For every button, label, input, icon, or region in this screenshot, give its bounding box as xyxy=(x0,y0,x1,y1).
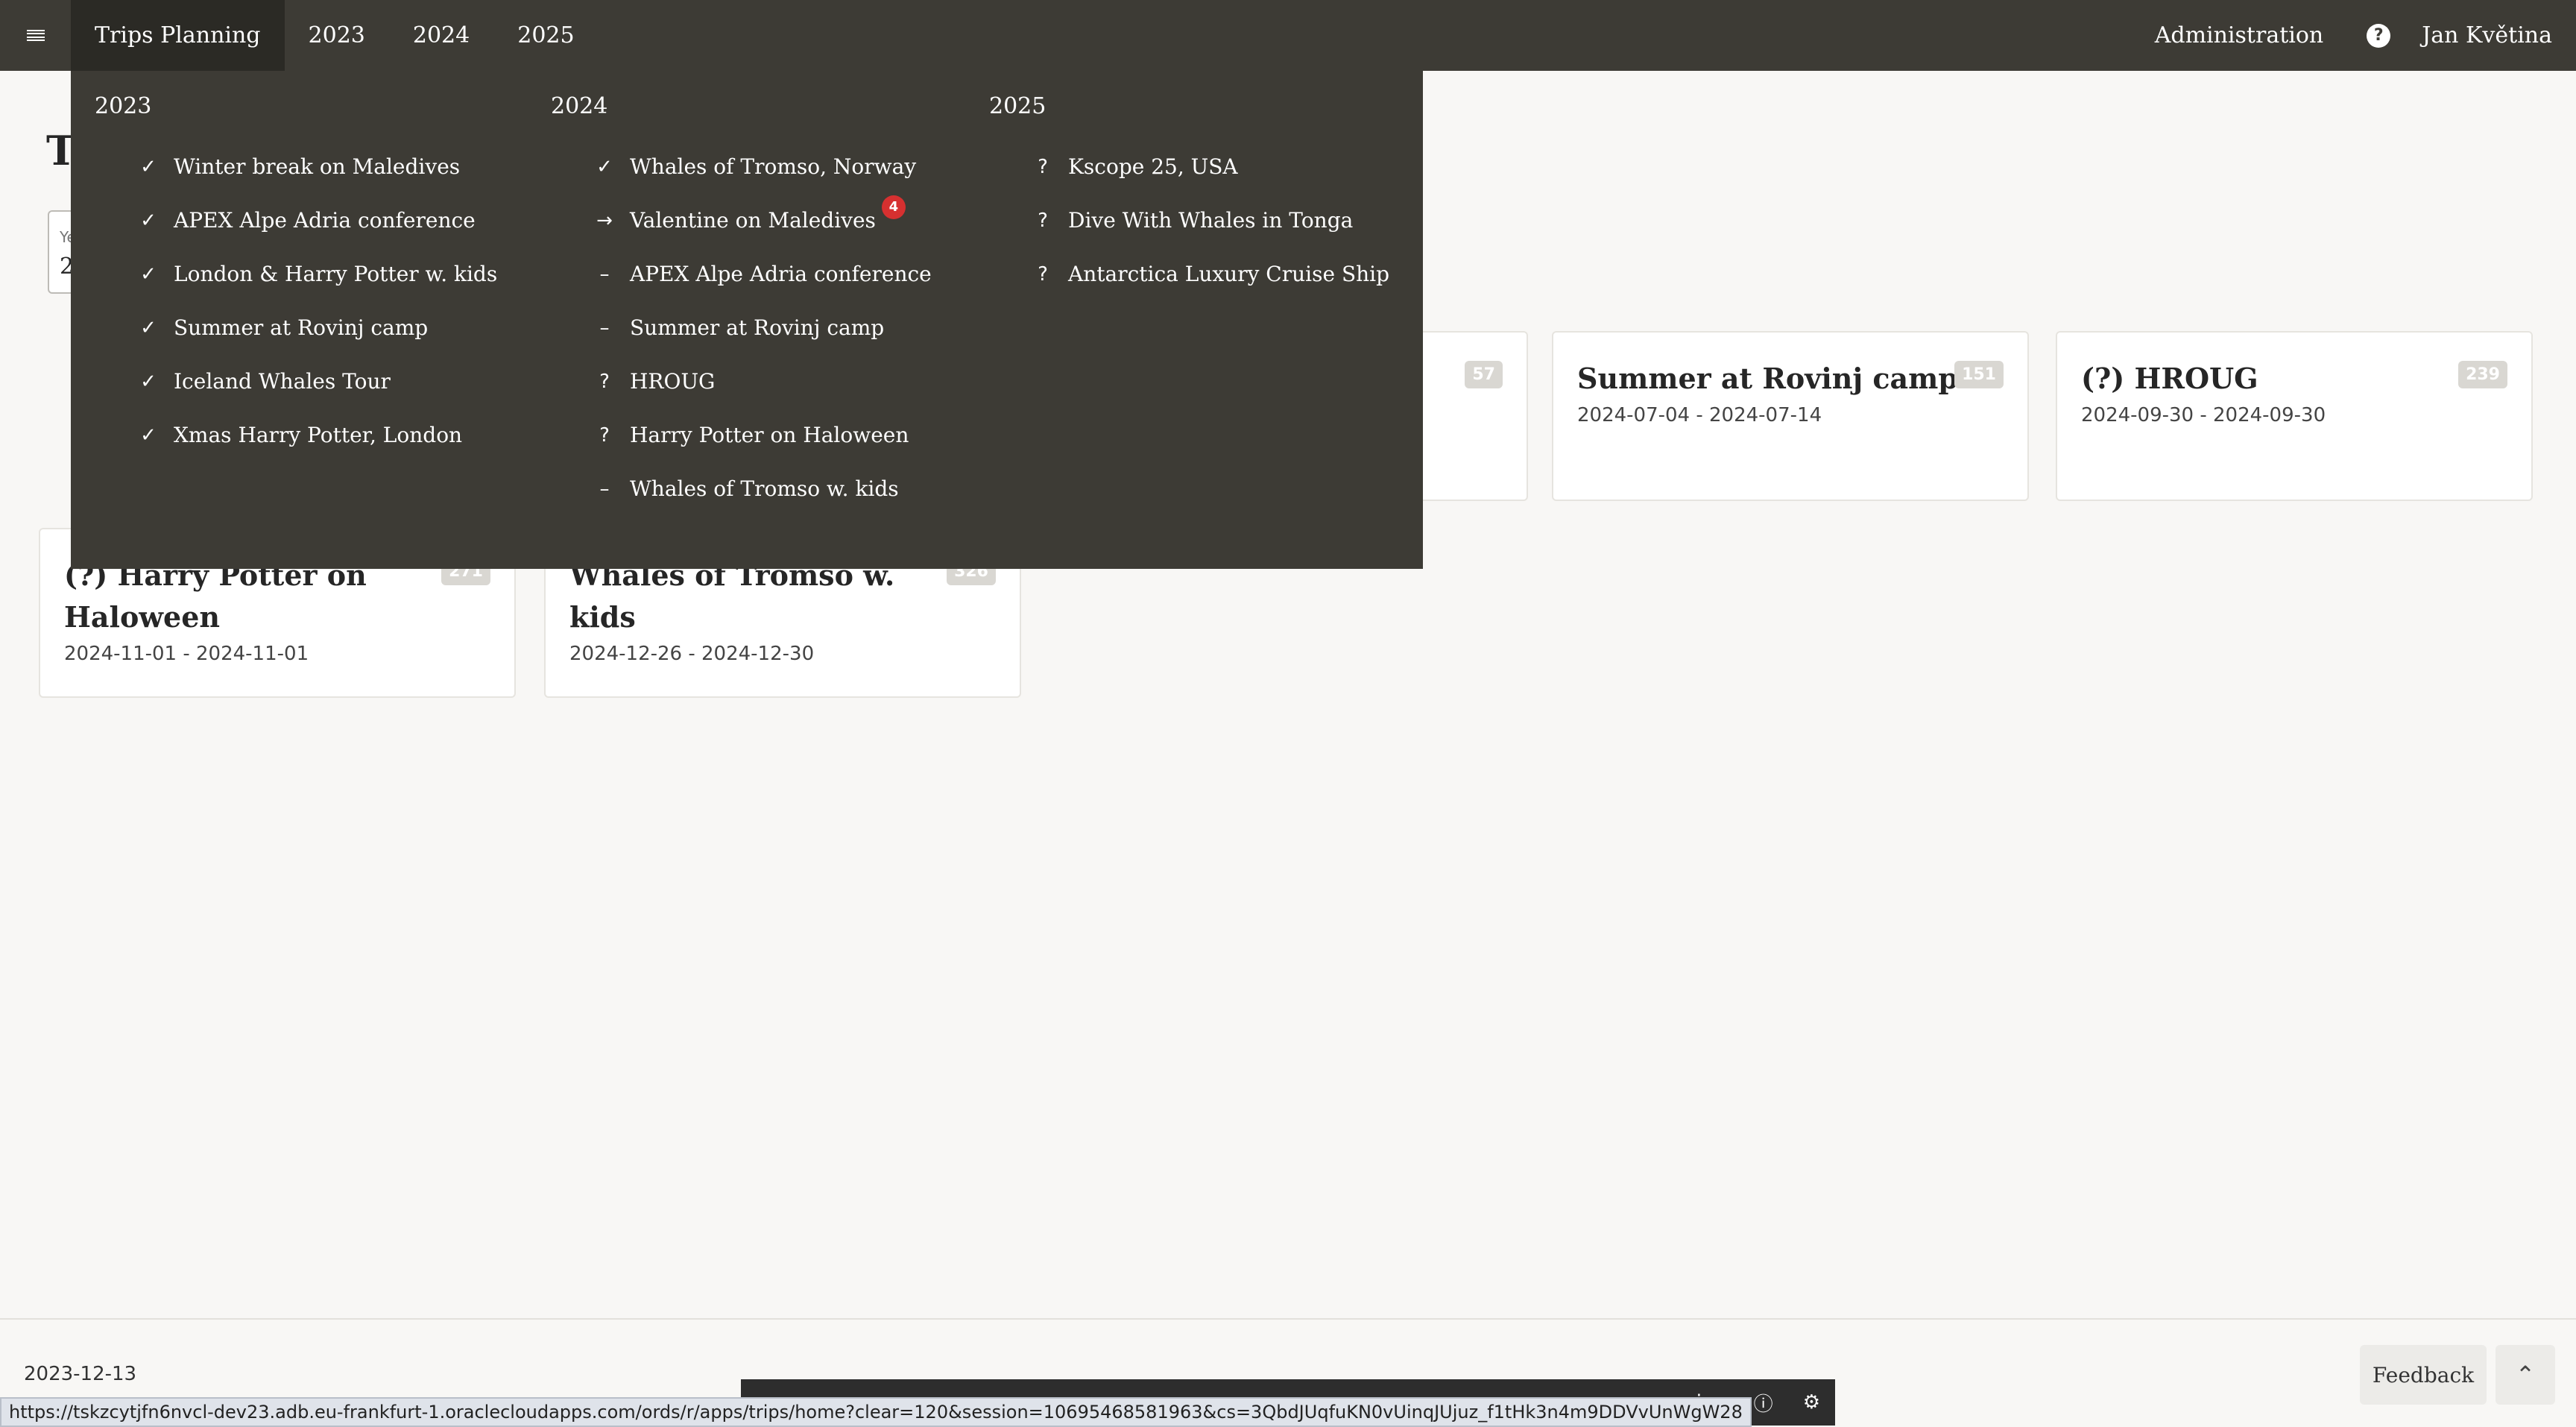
help-icon[interactable]: ? xyxy=(2367,23,2391,48)
top-navigation-bar: Trips Planning 2023 2024 2025 Administra… xyxy=(0,0,2576,71)
question-icon: ? xyxy=(599,423,610,447)
check-icon: ✓ xyxy=(140,423,157,447)
nav-year-2025[interactable]: 2025 xyxy=(493,0,598,71)
mega-menu-heading-2024[interactable]: 2024 xyxy=(551,93,607,119)
menu-item-label: APEX Alpe Adria conference xyxy=(630,262,932,286)
menu-item-label: Xmas Harry Potter, London xyxy=(174,423,463,447)
trip-card-summer-rovinj[interactable]: Summer at Rovinj camp 2024-07-04 - 2024-… xyxy=(1552,331,2029,501)
hamburger-menu-icon[interactable] xyxy=(0,0,71,71)
footer-divider xyxy=(0,1318,2576,1320)
check-icon: ✓ xyxy=(140,209,157,232)
trip-card-count-badge: 57 xyxy=(1465,361,1503,388)
mega-menu-heading-2025[interactable]: 2025 xyxy=(989,93,1046,119)
menu-item-trip[interactable]: – APEX Alpe Adria conference xyxy=(590,262,932,286)
arrow-right-icon: → xyxy=(596,209,613,232)
status-bar-url: https://tskzcytjfn6nvcl-dev23.adb.eu-fra… xyxy=(0,1397,1752,1427)
menu-item-label: Dive With Whales in Tonga xyxy=(1068,208,1354,233)
menu-item-trip[interactable]: ? Harry Potter on Haloween xyxy=(590,423,909,447)
menu-item-label: Kscope 25, USA xyxy=(1068,154,1238,179)
menu-item-label: Whales of Tromso w. kids xyxy=(630,476,899,501)
menu-item-trip[interactable]: ✓ APEX Alpe Adria conference xyxy=(133,208,476,233)
user-menu[interactable]: Jan Květina xyxy=(2422,22,2576,48)
check-icon: ✓ xyxy=(140,155,157,178)
trip-card-dates: 2024-09-30 - 2024-09-30 xyxy=(2081,404,2326,426)
trip-card-dates: 2024-12-26 - 2024-12-30 xyxy=(569,643,815,665)
trip-card-title: Summer at Rovinj camp xyxy=(1577,362,1958,395)
menu-item-trip[interactable]: ? Antarctica Luxury Cruise Ship xyxy=(1028,262,1389,286)
scroll-to-top-icon[interactable]: ⌃ xyxy=(2496,1345,2555,1405)
menu-item-label: Summer at Rovinj camp xyxy=(174,315,429,340)
menu-item-trip[interactable]: ✓ London & Harry Potter w. kids xyxy=(133,262,497,286)
menu-item-trip[interactable]: → Valentine on Maledives 4 xyxy=(590,195,906,233)
menu-item-label: Summer at Rovinj camp xyxy=(630,315,885,340)
menu-item-label: HROUG xyxy=(630,369,716,394)
menu-item-trip[interactable]: – Summer at Rovinj camp xyxy=(590,315,885,340)
question-icon: ? xyxy=(1038,262,1048,286)
trip-card-dates: 2024-07-04 - 2024-07-14 xyxy=(1577,404,1822,426)
menu-item-label: Valentine on Maledives xyxy=(630,208,876,233)
menu-item-trip[interactable]: ? Kscope 25, USA xyxy=(1028,154,1238,179)
menu-item-label: Iceland Whales Tour xyxy=(174,369,391,394)
menu-item-trip[interactable]: ? Dive With Whales in Tonga xyxy=(1028,208,1353,233)
trip-card-dates: 2024-11-01 - 2024-11-01 xyxy=(64,643,309,665)
menu-item-trip[interactable]: ✓ Summer at Rovinj camp xyxy=(133,315,428,340)
dash-icon: – xyxy=(599,262,610,286)
question-icon: ? xyxy=(599,370,610,393)
menu-item-trip[interactable]: ✓ Whales of Tromso, Norway xyxy=(590,154,916,179)
nav-year-2023[interactable]: 2023 xyxy=(285,0,389,71)
mega-menu-heading-2023[interactable]: 2023 xyxy=(95,93,151,119)
question-icon: ? xyxy=(1038,155,1048,178)
menu-item-label: Whales of Tromso, Norway xyxy=(630,154,917,179)
gear-icon[interactable]: ⚙ xyxy=(1803,1391,1820,1414)
mega-menu-dropdown: 2023 ✓ Winter break on Maledives ✓ APEX Al… xyxy=(71,71,1423,569)
menu-item-label: APEX Alpe Adria conference xyxy=(174,208,476,233)
trip-card-title: (?) HROUG xyxy=(2081,362,2258,395)
feedback-button[interactable]: Feedback xyxy=(2360,1345,2487,1405)
dash-icon: – xyxy=(599,316,610,339)
dash-icon: – xyxy=(599,477,610,500)
menu-item-label: Harry Potter on Haloween xyxy=(630,423,909,447)
question-icon: ? xyxy=(1038,209,1048,232)
nav-year-2024[interactable]: 2024 xyxy=(389,0,493,71)
menu-item-label: Winter break on Maledives xyxy=(174,154,461,179)
menu-item-trip[interactable]: ✓ Xmas Harry Potter, London xyxy=(133,423,462,447)
notification-badge: 4 xyxy=(881,195,906,219)
footer-date: 2023-12-13 xyxy=(24,1363,137,1385)
info-icon[interactable]: ⓘ xyxy=(1754,1389,1773,1417)
check-icon: ✓ xyxy=(596,155,613,178)
check-icon: ✓ xyxy=(140,262,157,286)
menu-item-label: Antarctica Luxury Cruise Ship xyxy=(1068,262,1390,286)
menu-item-trip[interactable]: ? HROUG xyxy=(590,369,715,394)
check-icon: ✓ xyxy=(140,316,157,339)
menu-item-trip[interactable]: ✓ Iceland Whales Tour xyxy=(133,369,391,394)
menu-item-trip[interactable]: – Whales of Tromso w. kids xyxy=(590,476,899,501)
menu-item-trip[interactable]: ✓ Winter break on Maledives xyxy=(133,154,460,179)
trip-card-count-badge: 151 xyxy=(1954,361,2004,388)
nav-administration[interactable]: Administration xyxy=(2143,22,2336,48)
menu-item-label: London & Harry Potter w. kids xyxy=(174,262,498,286)
trip-card-count-badge: 239 xyxy=(2458,361,2507,388)
check-icon: ✓ xyxy=(140,370,157,393)
nav-trips-planning[interactable]: Trips Planning xyxy=(71,0,285,71)
trip-card-hroug[interactable]: (?) HROUG 2024-09-30 - 2024-09-30 239 xyxy=(2056,331,2533,501)
